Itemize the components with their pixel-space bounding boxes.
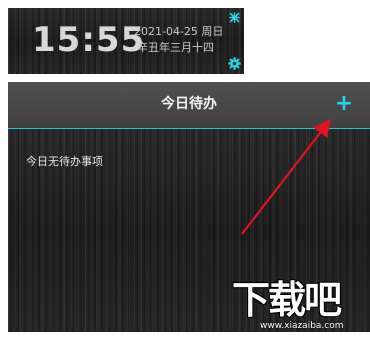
clock-lunar-date: 辛丑年三月十四 (137, 41, 214, 54)
todo-title: 今日待办 (161, 96, 217, 112)
pin-icon[interactable] (229, 12, 240, 23)
watermark-logo: 下载吧 www.xiazaiba.com (232, 279, 368, 335)
clock-widget: 15:55 2021-04-25 周日 辛丑年三月十四 (8, 8, 244, 74)
clock-time: 15:55 (32, 20, 146, 60)
todo-header: 今日待办 + (8, 82, 370, 129)
empty-message: 今日无待办事项 (26, 155, 103, 168)
add-todo-button[interactable]: + (334, 93, 354, 115)
clock-date: 2021-04-25 周日 (134, 25, 224, 38)
gear-icon[interactable] (228, 57, 241, 70)
watermark-brand: 下载吧 (232, 278, 342, 322)
watermark-url: www.xiazaiba.com (260, 321, 344, 331)
